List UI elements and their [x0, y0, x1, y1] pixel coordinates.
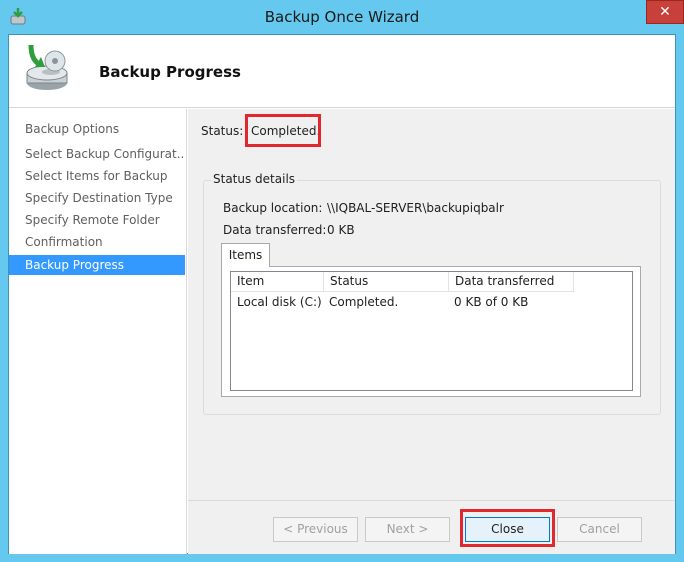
- column-header-data-transferred[interactable]: Data transferred: [449, 272, 574, 292]
- wizard-window: Backup Once Wizard ✕ Backup Progress Bac…: [0, 0, 684, 562]
- backup-disk-icon: [26, 44, 68, 90]
- status-label: Status:: [201, 124, 244, 138]
- wizard-button-bar: < Previous Next > Close Cancel: [188, 500, 675, 554]
- wizard-header: Backup Progress: [9, 35, 675, 108]
- backup-location-value: \\IQBAL-SERVER\backupiqbalr: [327, 201, 504, 215]
- data-transferred-value: 0 KB: [327, 223, 355, 237]
- backup-location-label: Backup location:: [223, 201, 323, 215]
- wizard-main-pane: Status: Completed. Status details Backup…: [188, 109, 675, 500]
- title-bar[interactable]: Backup Once Wizard ✕: [0, 0, 684, 34]
- window-title: Backup Once Wizard: [264, 8, 420, 26]
- page-title: Backup Progress: [99, 63, 241, 81]
- status-details-label: Status details: [211, 172, 298, 186]
- column-header-status[interactable]: Status: [324, 272, 449, 292]
- status-highlight-box: [245, 114, 321, 147]
- nav-step-confirmation[interactable]: Confirmation: [9, 232, 185, 252]
- items-tab-panel: Item Status Data transferred Local disk …: [221, 266, 641, 397]
- wizard-client-area: Backup Progress Backup Options Select Ba…: [8, 34, 676, 554]
- close-icon[interactable]: ✕: [646, 0, 684, 24]
- items-list-header: Item Status Data transferred: [231, 272, 632, 292]
- nav-step-select-items[interactable]: Select Items for Backup: [9, 166, 185, 186]
- close-highlight-box: [460, 509, 555, 547]
- items-list[interactable]: Item Status Data transferred Local disk …: [230, 271, 633, 391]
- previous-button[interactable]: < Previous: [273, 517, 358, 542]
- nav-step-remote-folder[interactable]: Specify Remote Folder: [9, 210, 185, 230]
- cancel-button[interactable]: Cancel: [557, 517, 642, 542]
- data-transferred-label: Data transferred:: [223, 223, 327, 237]
- nav-step-backup-progress[interactable]: Backup Progress: [9, 255, 185, 275]
- wizard-steps-nav: Backup Options Select Backup Configurat.…: [9, 109, 187, 554]
- nav-step-select-backup-configuration[interactable]: Select Backup Configurat...: [9, 144, 185, 164]
- column-header-item[interactable]: Item: [231, 272, 324, 292]
- next-button[interactable]: Next >: [365, 517, 450, 542]
- row-status-cell: Completed.: [329, 295, 399, 309]
- tab-items[interactable]: Items: [221, 243, 270, 267]
- nav-step-backup-options[interactable]: Backup Options: [9, 119, 185, 139]
- nav-step-destination-type[interactable]: Specify Destination Type: [9, 188, 185, 208]
- row-data-transferred-cell: 0 KB of 0 KB: [454, 295, 529, 309]
- row-item-cell: Local disk (C:): [237, 295, 322, 309]
